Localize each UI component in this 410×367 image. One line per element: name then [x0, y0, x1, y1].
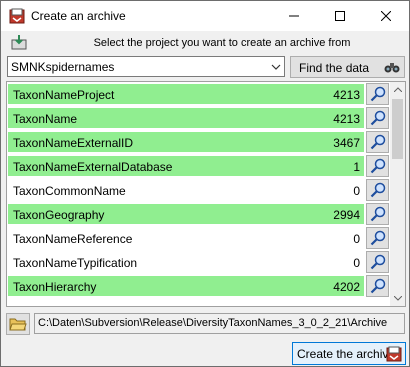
table-list: TaxonNameProject 4213 TaxonName 4213 TaxonNa…	[6, 81, 406, 307]
table-cell: TaxonNameProject 4213	[8, 84, 364, 104]
table-name: TaxonHierarchy	[13, 280, 97, 294]
magnifier-icon	[370, 206, 386, 222]
table-row: TaxonName 4213	[7, 106, 391, 130]
archive-path-text: C:\Daten\Subversion\Release\DiversityTax…	[38, 317, 388, 329]
scroll-down-button[interactable]	[390, 291, 405, 306]
table-count: 0	[353, 232, 360, 246]
find-data-label: Find the data	[299, 61, 370, 75]
table-count: 0	[353, 256, 360, 270]
create-archive-window: Create an archive Select the project you…	[0, 0, 410, 367]
inspect-table-button[interactable]	[366, 251, 389, 273]
table-name: TaxonNameExternalID	[13, 136, 134, 150]
inspect-table-button[interactable]	[366, 155, 389, 177]
table-row: TaxonNameProject 4213	[7, 82, 391, 106]
archive-app-icon	[9, 8, 25, 24]
magnifier-icon	[370, 110, 386, 126]
scroll-thumb[interactable]	[392, 99, 403, 159]
table-count: 2994	[333, 208, 360, 222]
table-cell: TaxonNameExternalID 3467	[8, 132, 364, 152]
scroll-up-button[interactable]	[390, 82, 405, 97]
magnifier-icon	[370, 182, 386, 198]
find-data-button[interactable]: Find the data	[290, 56, 405, 78]
magnifier-icon	[370, 158, 386, 174]
inspect-table-button[interactable]	[366, 83, 389, 105]
table-count: 0	[353, 184, 360, 198]
magnifier-icon	[370, 134, 386, 150]
chevron-up-icon	[393, 87, 402, 92]
table-row: TaxonCommonName 0	[7, 178, 391, 202]
table-row: TaxonNameExternalID 3467	[7, 130, 391, 154]
table-count: 4213	[333, 112, 360, 126]
open-folder-icon	[9, 318, 27, 331]
table-cell: TaxonNameReference 0	[8, 228, 364, 248]
table-cell: TaxonNameExternalDatabase 1	[8, 156, 364, 176]
table-cell: TaxonCommonName 0	[8, 180, 364, 200]
create-archive-button[interactable]: Create the archive	[292, 342, 406, 365]
magnifier-icon	[370, 230, 386, 246]
magnifier-icon	[370, 278, 386, 294]
archive-path-field[interactable]: C:\Daten\Subversion\Release\DiversityTax…	[34, 313, 405, 334]
table-name: TaxonCommonName	[13, 184, 126, 198]
title-bar: Create an archive	[1, 1, 409, 31]
table-count: 1	[353, 160, 360, 174]
table-cell: TaxonName 4213	[8, 108, 364, 128]
instruction-text: Select the project you want to create an…	[93, 37, 351, 49]
chevron-down-icon	[271, 64, 281, 70]
table-cell: TaxonGeography 2994	[8, 204, 364, 224]
table-name: TaxonNameExternalDatabase	[13, 160, 173, 174]
table-name: TaxonGeography	[13, 208, 105, 222]
table-cell: TaxonNameTypification 0	[8, 252, 364, 272]
window-title: Create an archive	[31, 9, 126, 23]
table-cell: TaxonHierarchy 4202	[8, 276, 364, 296]
minimize-button[interactable]	[271, 1, 317, 31]
archive-icon	[386, 346, 402, 362]
table-count: 4213	[333, 88, 360, 102]
create-archive-label: Create the archive	[297, 347, 396, 361]
inspect-table-button[interactable]	[366, 131, 389, 153]
magnifier-icon	[370, 86, 386, 102]
maximize-button[interactable]	[317, 1, 363, 31]
magnifier-icon	[370, 254, 386, 270]
project-select[interactable]: SMNKspidernames	[7, 56, 285, 77]
table-count: 4202	[333, 280, 360, 294]
table-name: TaxonNameTypification	[13, 256, 138, 270]
table-row: TaxonHierarchy 4202	[7, 274, 391, 298]
table-row: TaxonNameReference 0	[7, 226, 391, 250]
close-button[interactable]	[363, 1, 409, 31]
binoculars-icon	[384, 63, 400, 73]
maximize-icon	[335, 11, 345, 21]
table-name: TaxonName	[13, 112, 78, 126]
table-row: TaxonNameExternalDatabase 1	[7, 154, 391, 178]
inspect-table-button[interactable]	[366, 227, 389, 249]
table-count: 3467	[333, 136, 360, 150]
vertical-scrollbar[interactable]	[390, 82, 405, 306]
inspect-table-button[interactable]	[366, 107, 389, 129]
project-select-value: SMNKspidernames	[11, 60, 115, 74]
table-name: TaxonNameReference	[13, 232, 133, 246]
close-icon	[381, 11, 391, 21]
table-row: TaxonGeography 2994	[7, 202, 391, 226]
choose-folder-button[interactable]	[6, 313, 30, 335]
inspect-table-button[interactable]	[366, 203, 389, 225]
minimize-icon	[289, 15, 299, 17]
table-row: TaxonNameTypification 0	[7, 250, 391, 274]
inspect-table-button[interactable]	[366, 179, 389, 201]
table-name: TaxonNameProject	[13, 88, 115, 102]
chevron-down-icon	[393, 296, 402, 301]
inspect-table-button[interactable]	[366, 275, 389, 297]
